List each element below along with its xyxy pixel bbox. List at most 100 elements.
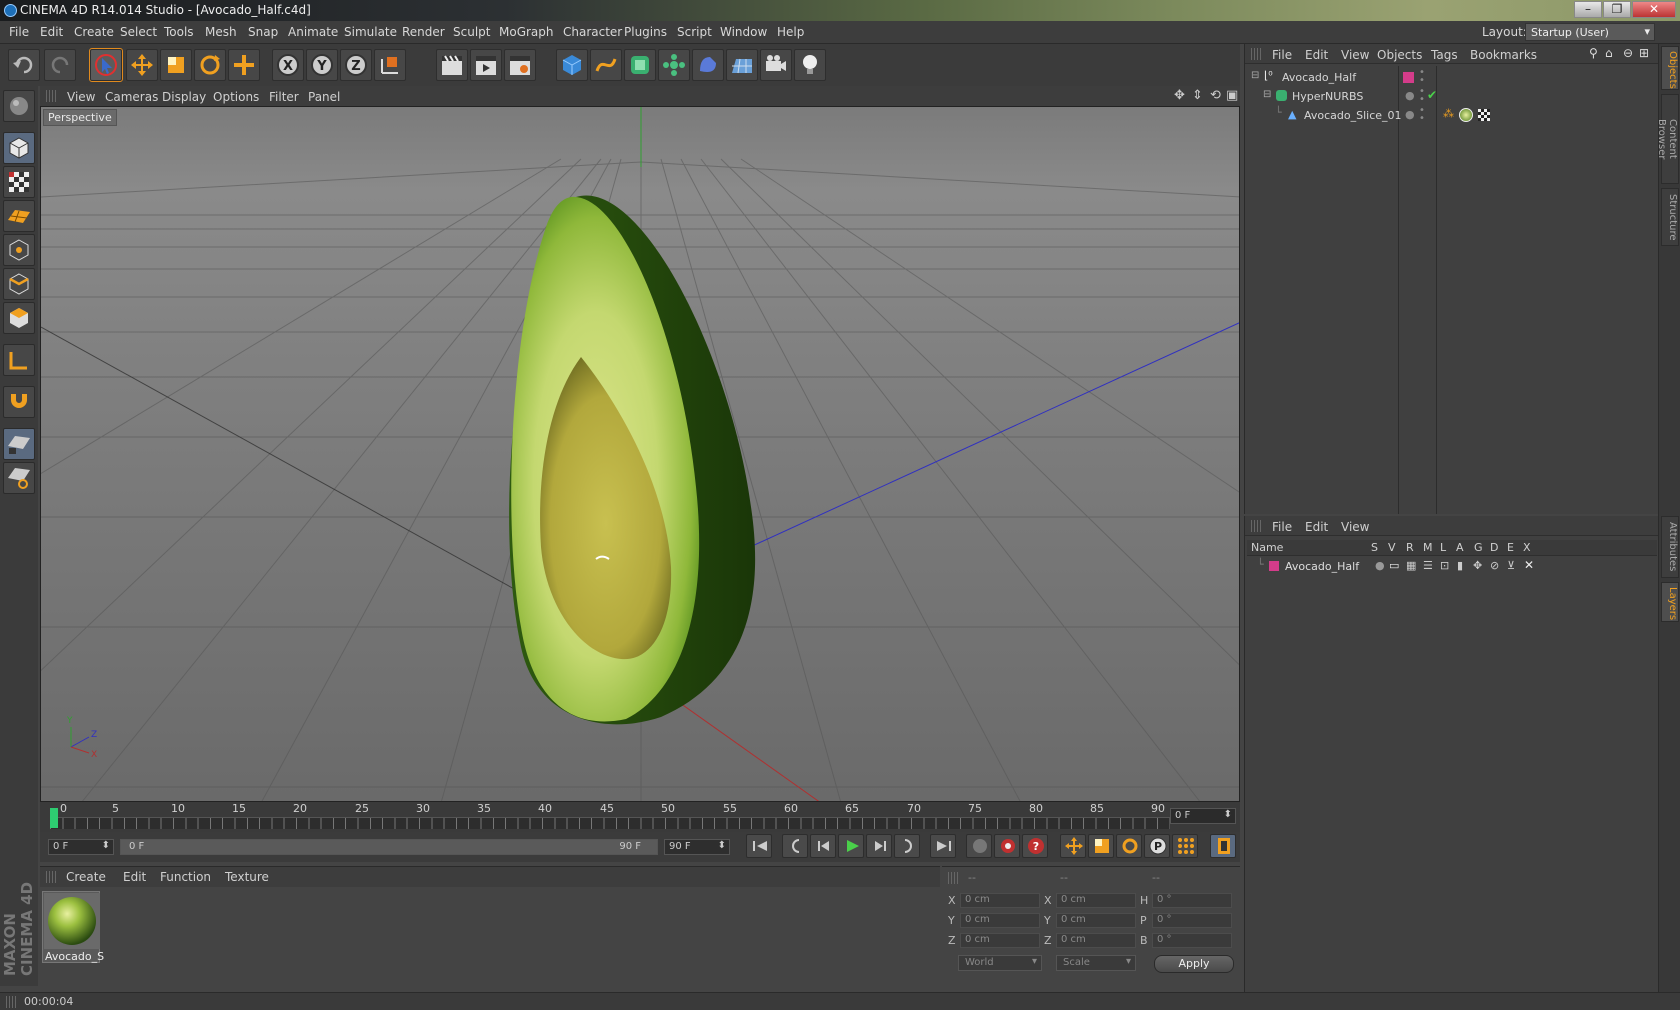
layer-color-swatch[interactable] — [1403, 72, 1414, 83]
render-view-button[interactable] — [436, 49, 468, 81]
size-y-field[interactable]: 0 cm — [1056, 913, 1136, 928]
view-toggle-icon[interactable]: ▭ — [1389, 559, 1399, 572]
menu-plugins[interactable]: Plugins — [624, 25, 667, 39]
current-frame-field[interactable]: 0 F ⬍ — [1170, 808, 1236, 824]
go-to-start-button[interactable] — [746, 834, 772, 858]
material-menu-function[interactable]: Function — [160, 870, 211, 884]
viewport-menu-view[interactable]: View — [67, 90, 95, 104]
menu-file[interactable]: File — [9, 25, 29, 39]
expression-toggle-icon[interactable]: ⊻ — [1507, 559, 1515, 572]
menu-select[interactable]: Select — [120, 25, 157, 39]
lock-y-axis-button[interactable]: Y — [306, 49, 338, 81]
material-tag-icon[interactable] — [1459, 108, 1473, 122]
create-object-button[interactable] — [228, 49, 260, 81]
menu-tools[interactable]: Tools — [164, 25, 194, 39]
object-row-avocado-half[interactable]: ⊟ ⌊⁰ Avocado_Half • • — [1245, 68, 1659, 87]
generator-toggle-icon[interactable]: ✥ — [1473, 559, 1482, 572]
rotation-b-field[interactable]: 0 ° — [1152, 933, 1232, 948]
close-button[interactable]: ✕ — [1632, 1, 1676, 18]
layer-row[interactable]: └ Avocado_Half ● ▭ ▦ ☰ ⊡ ▮ ✥ ⊘ ⊻ ✕ — [1247, 558, 1657, 575]
snap-button[interactable] — [3, 386, 35, 418]
visibility-dots-icon[interactable]: • • — [1419, 68, 1425, 86]
make-editable-button[interactable] — [3, 90, 35, 122]
material-menu-create[interactable]: Create — [66, 870, 106, 884]
edges-mode-button[interactable] — [3, 268, 35, 300]
search-icon[interactable]: ⚲ — [1589, 46, 1598, 60]
object-row-avocado-slice[interactable]: └ ▲ Avocado_Slice_01 ● • • ⁂ — [1245, 106, 1659, 125]
tab-structure[interactable]: Structure — [1661, 188, 1679, 246]
menu-mograph[interactable]: MoGraph — [499, 25, 554, 39]
live-selection-button[interactable] — [89, 48, 123, 82]
size-mode-dropdown[interactable]: Scale ▾ — [1056, 955, 1136, 971]
add-cube-button[interactable] — [556, 49, 588, 81]
timeline-track[interactable] — [50, 817, 1170, 829]
add-mograph-button[interactable] — [658, 49, 690, 81]
menu-character[interactable]: Character — [563, 25, 622, 39]
object-row-hypernurbs[interactable]: ⊟ HyperNURBS ● • • ✔ — [1245, 87, 1659, 106]
timeline-ruler[interactable]: 0 5 10 15 20 25 30 35 40 45 50 55 60 65 … — [40, 802, 1240, 832]
frame-range-slider[interactable]: 0 F 90 F — [120, 839, 658, 855]
next-frame-button[interactable] — [866, 834, 892, 858]
layer-menu-view[interactable]: View — [1341, 520, 1369, 534]
play-button[interactable] — [838, 834, 864, 858]
render-settings-button[interactable] — [504, 49, 536, 81]
menu-simulate[interactable]: Simulate — [344, 25, 397, 39]
object-menu-objects[interactable]: Objects — [1377, 48, 1422, 62]
rotation-key-button[interactable] — [1116, 834, 1142, 858]
object-menu-view[interactable]: View — [1341, 48, 1369, 62]
menu-edit[interactable]: Edit — [40, 25, 63, 39]
home-icon[interactable]: ⌂ — [1605, 46, 1613, 60]
viewport-menu-panel[interactable]: Panel — [308, 90, 340, 104]
add-nurbs-button[interactable] — [624, 49, 656, 81]
uvw-tag-icon[interactable] — [1478, 109, 1490, 121]
material-item[interactable]: Avocado_S — [42, 891, 104, 963]
menu-create[interactable]: Create — [74, 25, 114, 39]
expand-toggle-icon[interactable]: ⊟ — [1263, 89, 1271, 100]
menu-script[interactable]: Script — [677, 25, 712, 39]
lock-z-axis-button[interactable]: Z — [340, 49, 372, 81]
render-toggle-icon[interactable]: ▦ — [1406, 559, 1416, 572]
add-spline-button[interactable] — [590, 49, 622, 81]
collapse-icon[interactable]: ⊖ — [1623, 46, 1633, 60]
lock-x-axis-button[interactable]: X — [272, 49, 304, 81]
menu-animate[interactable]: Animate — [288, 25, 338, 39]
animation-toggle-icon[interactable]: ▮ — [1457, 559, 1463, 572]
new-panel-icon[interactable]: ⊞ — [1639, 46, 1649, 60]
size-z-field[interactable]: 0 cm — [1056, 933, 1136, 948]
menu-help[interactable]: Help — [777, 25, 804, 39]
object-menu-bookmarks[interactable]: Bookmarks — [1470, 48, 1537, 62]
tab-objects[interactable]: Objects — [1661, 46, 1679, 90]
coordinate-space-dropdown[interactable]: World ▾ — [958, 955, 1042, 971]
size-x-field[interactable]: 0 cm — [1056, 893, 1136, 908]
points-mode-button[interactable] — [3, 234, 35, 266]
move-button[interactable] — [126, 49, 158, 81]
solo-toggle-icon[interactable]: ● — [1375, 559, 1385, 572]
tab-layers[interactable]: Layers — [1661, 582, 1679, 622]
apply-button[interactable]: Apply — [1154, 955, 1234, 973]
rotate-button[interactable] — [194, 49, 226, 81]
viewport-pan-icon[interactable]: ✥ — [1174, 88, 1185, 103]
previous-key-button[interactable] — [782, 834, 808, 858]
viewport-menu-cameras[interactable]: Cameras — [105, 90, 158, 104]
material-menu-texture[interactable]: Texture — [225, 870, 269, 884]
redo-button[interactable] — [44, 49, 76, 81]
add-light-button[interactable] — [794, 49, 826, 81]
layer-dot-icon[interactable]: ● — [1405, 108, 1415, 121]
menu-render[interactable]: Render — [402, 25, 445, 39]
viewport-maximize-icon[interactable]: ▣ — [1226, 88, 1238, 103]
visibility-dots-icon[interactable]: • • — [1419, 87, 1425, 105]
layer-menu-edit[interactable]: Edit — [1305, 520, 1328, 534]
viewport-zoom-icon[interactable]: ⇕ — [1192, 88, 1203, 103]
lock-toggle-icon[interactable]: ⊡ — [1440, 559, 1449, 572]
menu-snap[interactable]: Snap — [248, 25, 278, 39]
point-level-key-button[interactable] — [1172, 834, 1198, 858]
layer-color-swatch[interactable] — [1269, 561, 1279, 571]
parameter-key-button[interactable]: P — [1144, 834, 1170, 858]
viewport-menu-display[interactable]: Display — [162, 90, 206, 104]
go-to-end-button[interactable] — [930, 834, 956, 858]
object-menu-edit[interactable]: Edit — [1305, 48, 1328, 62]
maximize-button[interactable]: ❐ — [1603, 1, 1631, 18]
add-camera-button[interactable] — [760, 49, 792, 81]
add-scene-button[interactable] — [726, 49, 758, 81]
position-y-field[interactable]: 0 cm — [960, 913, 1040, 928]
